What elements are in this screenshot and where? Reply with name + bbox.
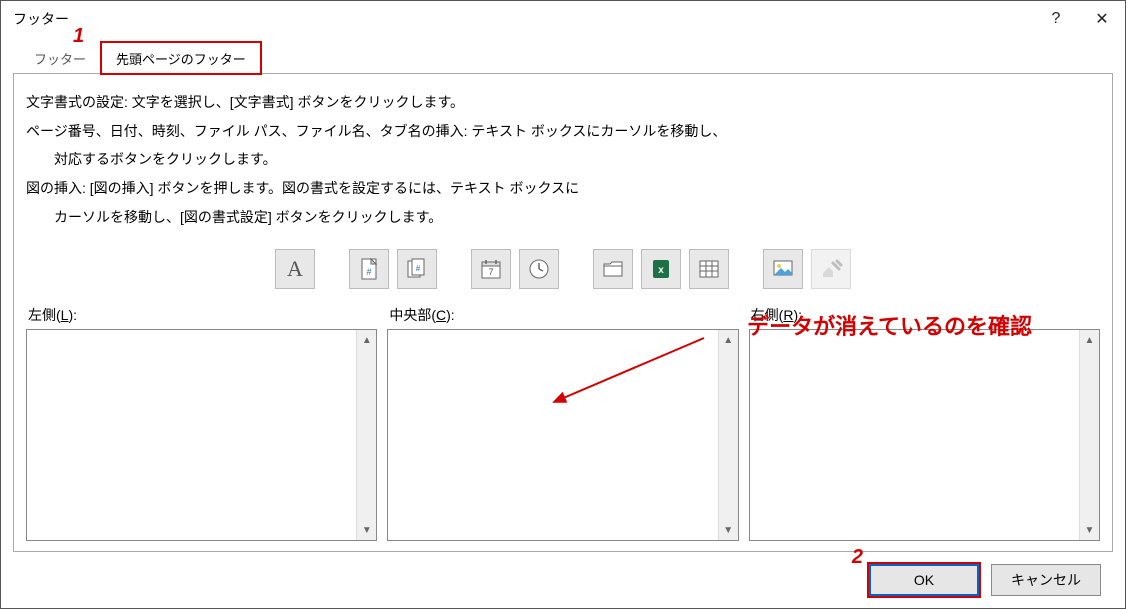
- svg-text:#: #: [416, 264, 421, 273]
- file-path-button[interactable]: [593, 249, 633, 289]
- date-icon: 7: [479, 257, 503, 281]
- svg-text:#: #: [366, 267, 371, 277]
- scroll-up-icon[interactable]: ▲: [719, 330, 738, 350]
- annotation-number-1: 1: [73, 25, 84, 48]
- left-section-value[interactable]: [27, 330, 356, 540]
- svg-text:x: x: [658, 265, 664, 276]
- help-icon: ?: [1052, 10, 1061, 28]
- sheet-name-icon: [697, 257, 721, 281]
- scroll-down-icon[interactable]: ▼: [357, 520, 376, 540]
- page-number-icon: #: [357, 257, 381, 281]
- annotation-confirm-text: データが消えているのを確認: [747, 309, 1032, 341]
- svg-text:7: 7: [488, 267, 493, 277]
- instructions: 文字書式の設定: 文字を選択し、[文字書式] ボタンをクリックします。 ページ番…: [26, 88, 1100, 231]
- scroll-down-icon[interactable]: ▼: [719, 520, 738, 540]
- left-section-label: 左側(L):: [26, 305, 377, 325]
- time-icon: [527, 257, 551, 281]
- help-button[interactable]: ?: [1033, 1, 1079, 37]
- sheet-name-button[interactable]: [689, 249, 729, 289]
- center-section-textbox[interactable]: ▲ ▼: [387, 329, 738, 541]
- scrollbar[interactable]: ▲ ▼: [1079, 330, 1099, 540]
- scrollbar[interactable]: ▲ ▼: [718, 330, 738, 540]
- total-pages-icon: #: [405, 257, 429, 281]
- annotation-number-2: 2: [852, 546, 863, 569]
- titlebar-buttons: ? ✕: [1033, 1, 1125, 37]
- sections: ▲ ▼ ▲ ▼ ▲ ▼: [26, 329, 1100, 541]
- ok-button[interactable]: OK: [869, 564, 979, 596]
- total-pages-button[interactable]: #: [397, 249, 437, 289]
- instruction-line: 図の挿入: [図の挿入] ボタンを押します。図の書式を設定するには、テキスト ボ…: [26, 174, 1100, 203]
- page-number-button[interactable]: #: [349, 249, 389, 289]
- tab-strip: フッター 先頭ページのフッター: [19, 41, 1113, 73]
- close-button[interactable]: ✕: [1079, 1, 1125, 37]
- right-section-textbox[interactable]: ▲ ▼: [749, 329, 1100, 541]
- instruction-line: カーソルを移動し、[図の書式設定] ボタンをクリックします。: [26, 203, 1100, 232]
- time-button[interactable]: [519, 249, 559, 289]
- file-path-icon: [601, 257, 625, 281]
- format-picture-icon: [819, 257, 843, 281]
- scroll-up-icon[interactable]: ▲: [1080, 330, 1099, 350]
- text-format-button[interactable]: A: [275, 249, 315, 289]
- instruction-line: 対応するボタンをクリックします。: [26, 145, 1100, 174]
- date-button[interactable]: 7: [471, 249, 511, 289]
- right-section-value[interactable]: [750, 330, 1079, 540]
- footer-buttons: 2 OK キャンセル: [13, 552, 1113, 596]
- instruction-line: ページ番号、日付、時刻、ファイル パス、ファイル名、タブ名の挿入: テキスト ボ…: [26, 117, 1100, 146]
- instruction-line: 文字書式の設定: 文字を選択し、[文字書式] ボタンをクリックします。: [26, 88, 1100, 117]
- footer-dialog: フッター ? ✕ 1 フッター 先頭ページのフッター 文字書式の設定: 文字を選…: [0, 0, 1126, 609]
- dialog-title: フッター: [13, 9, 69, 29]
- titlebar: フッター ? ✕: [1, 1, 1125, 37]
- insert-picture-icon: [771, 257, 795, 281]
- scrollbar[interactable]: ▲ ▼: [356, 330, 376, 540]
- format-picture-button[interactable]: [811, 249, 851, 289]
- scroll-down-icon[interactable]: ▼: [1080, 520, 1099, 540]
- content-area: 1 フッター 先頭ページのフッター 文字書式の設定: 文字を選択し、[文字書式]…: [1, 37, 1125, 608]
- tab-footer[interactable]: フッター: [19, 42, 101, 74]
- left-section-textbox[interactable]: ▲ ▼: [26, 329, 377, 541]
- close-icon: ✕: [1095, 9, 1108, 29]
- center-section-label: 中央部(C):: [387, 305, 738, 325]
- insert-picture-button[interactable]: [763, 249, 803, 289]
- file-name-icon: x: [649, 257, 673, 281]
- text-format-icon: A: [287, 256, 303, 282]
- cancel-button[interactable]: キャンセル: [991, 564, 1101, 596]
- tab-first-page-footer[interactable]: 先頭ページのフッター: [101, 42, 261, 74]
- scroll-up-icon[interactable]: ▲: [357, 330, 376, 350]
- toolbar: A # # 7: [26, 249, 1100, 289]
- center-section-value[interactable]: [388, 330, 717, 540]
- panel: 文字書式の設定: 文字を選択し、[文字書式] ボタンをクリックします。 ページ番…: [13, 73, 1113, 552]
- file-name-button[interactable]: x: [641, 249, 681, 289]
